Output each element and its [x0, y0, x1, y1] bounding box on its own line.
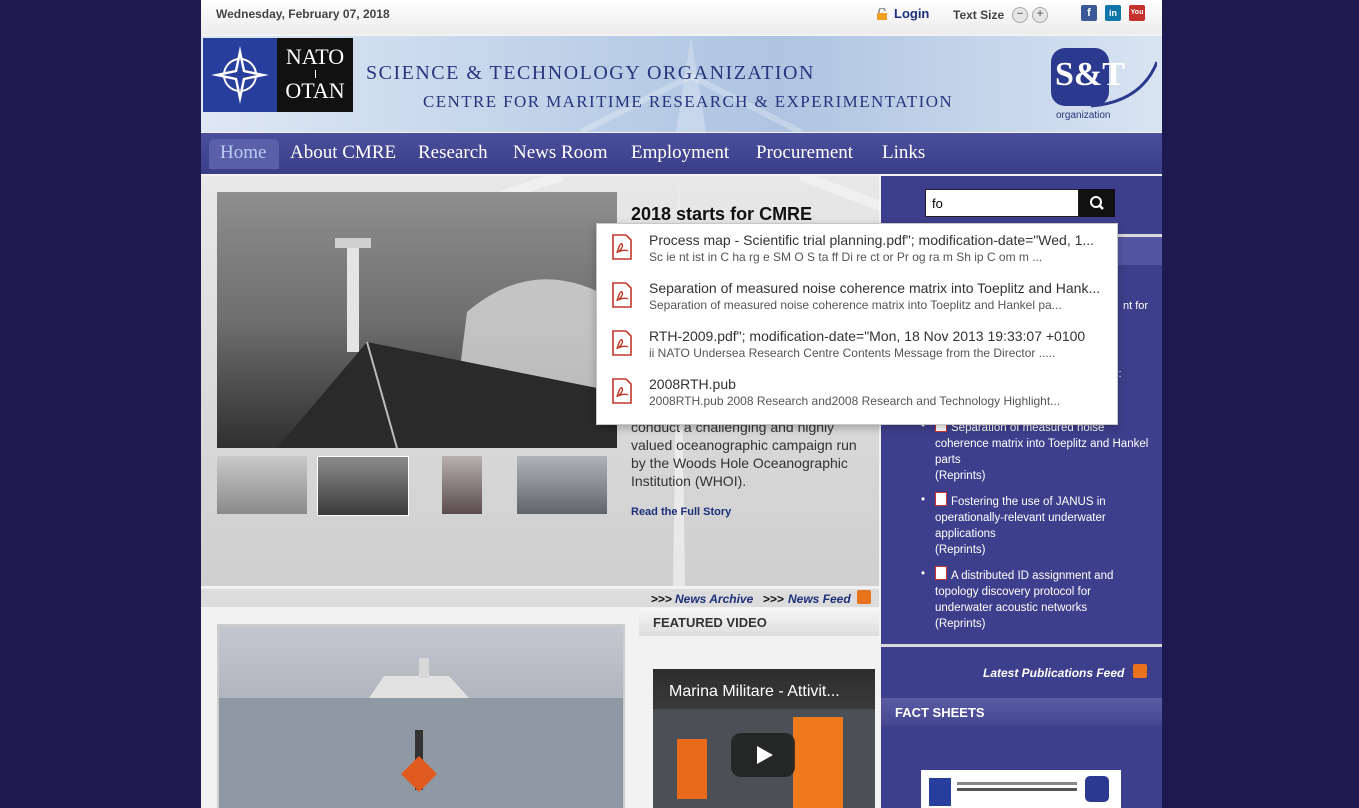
- news-thumbnail-3[interactable]: [442, 456, 482, 514]
- main-navigation: Home About CMRE Research News Room Emplo…: [201, 133, 1162, 174]
- featured-video-player[interactable]: Marina Militare - Attivit...: [653, 669, 875, 808]
- news-thumbnail-1[interactable]: [217, 456, 307, 514]
- list-item[interactable]: Fostering the use of JANUS in operationa…: [921, 492, 1151, 558]
- text-size-label: Text Size: [953, 8, 1005, 22]
- youtube-icon[interactable]: You: [1129, 5, 1145, 21]
- autocomplete-snippet: 2008RTH.pub 2008 Research and2008 Resear…: [649, 394, 1061, 408]
- latest-publications-feed-link[interactable]: Latest Publications Feed: [983, 666, 1124, 680]
- search-button[interactable]: [1079, 189, 1115, 217]
- login-link[interactable]: Login: [876, 6, 929, 21]
- nav-about-cmre[interactable]: About CMRE: [290, 142, 396, 164]
- linkedin-icon[interactable]: in: [1105, 5, 1121, 21]
- publication-category: (Reprints): [935, 544, 986, 556]
- nav-research[interactable]: Research: [418, 142, 488, 164]
- autocomplete-item[interactable]: 2008RTH.pub 2008RTH.pub 2008 Research an…: [597, 368, 1117, 416]
- nav-employment[interactable]: Employment: [631, 142, 729, 164]
- pdf-icon: [612, 378, 632, 404]
- rss-icon[interactable]: [857, 590, 871, 604]
- pdf-icon: [935, 566, 947, 580]
- increase-text-size-button[interactable]: +: [1032, 7, 1049, 23]
- text-size-control: Text Size − +: [953, 7, 1049, 23]
- fact-sheet-thumbnail[interactable]: [921, 770, 1121, 808]
- publication-title: A distributed ID assignment and topology…: [935, 570, 1114, 614]
- organization-title: SCIENCE & TECHNOLOGY ORGANIZATION: [366, 62, 815, 84]
- st-label: organization: [1056, 110, 1111, 121]
- list-item[interactable]: A distributed ID assignment and topology…: [921, 566, 1151, 632]
- autocomplete-snippet: ii NATO Undersea Research Centre Content…: [649, 346, 1056, 360]
- autocomplete-title: 2008RTH.pub: [649, 376, 736, 392]
- nav-home[interactable]: Home: [220, 142, 266, 164]
- centre-subtitle: CENTRE FOR MARITIME RESEARCH & EXPERIMEN…: [423, 92, 954, 111]
- news-main-image[interactable]: [217, 192, 617, 448]
- publications-list: Separation of measured noise coherence m…: [921, 418, 1151, 640]
- autocomplete-item[interactable]: RTH-2009.pdf"; modification-date="Mon, 1…: [597, 320, 1117, 368]
- autocomplete-title: Process map - Scientific trial planning.…: [649, 232, 1095, 248]
- fact-sheets-header: FACT SHEETS: [881, 698, 1162, 726]
- nav-news-room[interactable]: News Room: [513, 142, 607, 164]
- decrease-text-size-button[interactable]: −: [1012, 7, 1029, 23]
- login-label: Login: [894, 6, 930, 21]
- nato-wordmark: NATO OTAN: [277, 38, 353, 112]
- publication-category: (Reprints): [935, 470, 986, 482]
- news-headline[interactable]: 2018 starts for CMRE: [631, 204, 812, 225]
- news-thumbnail-2[interactable]: [317, 456, 409, 516]
- pdf-icon: [935, 492, 947, 506]
- site-banner: NATO OTAN SCIENCE & TECHNOLOGY ORGANIZAT…: [201, 36, 1162, 132]
- pdf-icon: [612, 234, 632, 260]
- nato-label: NATO: [285, 44, 345, 69]
- news-feed-link[interactable]: News Feed: [788, 592, 851, 606]
- autocomplete-item[interactable]: Separation of measured noise coherence m…: [597, 272, 1117, 320]
- archive-arrows: >>>: [651, 592, 673, 606]
- truncated-text-1: nt for: [1123, 300, 1149, 312]
- video-title: Marina Militare - Attivit...: [669, 683, 840, 700]
- lock-icon: [877, 7, 887, 20]
- pdf-icon: [612, 330, 632, 356]
- play-button[interactable]: [731, 733, 795, 777]
- news-archive-link[interactable]: News Archive: [675, 592, 753, 606]
- autocomplete-snippet: Separation of measured noise coherence m…: [649, 298, 1062, 312]
- sidebar-divider: [881, 644, 1162, 647]
- autocomplete-title: Separation of measured noise coherence m…: [649, 280, 1101, 296]
- search-input[interactable]: [925, 189, 1079, 217]
- autocomplete-title: RTH-2009.pdf"; modification-date="Mon, 1…: [649, 328, 1086, 344]
- news-thumbnail-4[interactable]: [517, 456, 607, 514]
- featured-video-title: FEATURED VIDEO: [653, 615, 767, 630]
- list-item[interactable]: Separation of measured noise coherence m…: [921, 418, 1151, 484]
- publication-title: Fostering the use of JANUS in operationa…: [935, 496, 1106, 540]
- featured-image[interactable]: [217, 624, 625, 808]
- nav-links[interactable]: Links: [882, 142, 925, 164]
- nav-procurement[interactable]: Procurement: [756, 142, 853, 164]
- fact-sheets-title: FACT SHEETS: [895, 705, 985, 720]
- nato-star-icon: [203, 38, 277, 112]
- nato-logo[interactable]: NATO OTAN: [203, 38, 353, 112]
- otan-label: OTAN: [285, 78, 345, 103]
- feed-arrows: >>>: [763, 592, 785, 606]
- facebook-icon[interactable]: f: [1081, 5, 1097, 21]
- rss-icon[interactable]: [1133, 664, 1147, 678]
- news-summary: conduct a challenging and highly valued …: [631, 419, 857, 489]
- top-bar: Wednesday, February 07, 2018 Login Text …: [201, 0, 1162, 34]
- autocomplete-item[interactable]: Process map - Scientific trial planning.…: [597, 224, 1117, 272]
- pdf-icon: [612, 282, 632, 308]
- featured-video-header: FEATURED VIDEO: [639, 608, 879, 636]
- read-full-story-link[interactable]: Read the Full Story: [631, 506, 731, 518]
- current-date: Wednesday, February 07, 2018: [216, 7, 390, 21]
- publication-category: (Reprints): [935, 618, 986, 630]
- search-autocomplete-dropdown: Process map - Scientific trial planning.…: [596, 223, 1118, 425]
- news-links-bar: >>> News Archive >>> News Feed: [201, 589, 879, 607]
- search-icon: [1090, 196, 1104, 210]
- st-mark: S&T: [1055, 56, 1125, 93]
- autocomplete-snippet: Sc ie nt ist in C ha rg e SM O S ta ff D…: [649, 250, 1043, 264]
- publication-title: Separation of measured noise coherence m…: [935, 422, 1149, 466]
